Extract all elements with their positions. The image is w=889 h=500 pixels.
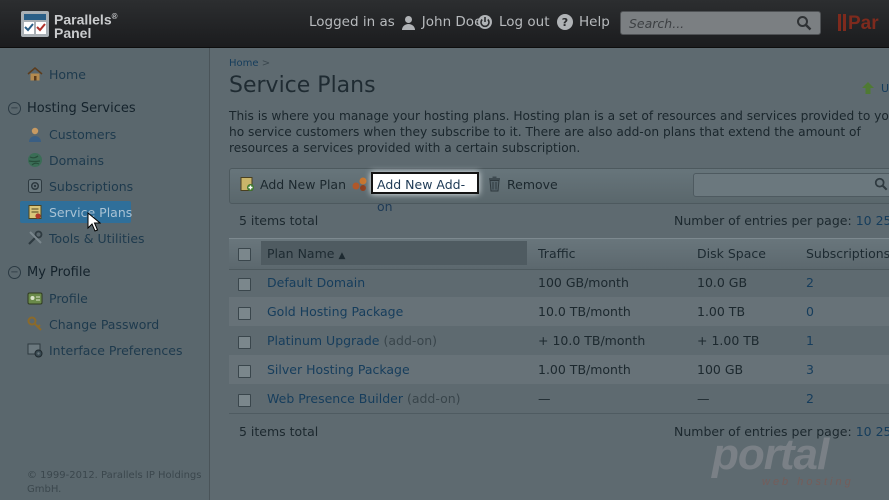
sidebar-item-interface-preferences[interactable]: Interface Preferences	[27, 342, 182, 358]
items-total-bottom: 5 items total	[239, 424, 319, 439]
row-checkbox[interactable]	[238, 365, 251, 378]
plan-name-cell: Web Presence Builder (add-on)	[267, 391, 461, 406]
per-page-25[interactable]: 25	[876, 424, 889, 439]
table-bottom-divider	[229, 413, 889, 414]
preferences-icon	[27, 343, 43, 358]
page-description: This is where you manage your hosting pl…	[229, 109, 889, 155]
page-title: Service Plans	[229, 73, 376, 98]
collapse-icon[interactable]: −	[8, 102, 21, 115]
sidebar-item-profile[interactable]: Profile	[27, 290, 88, 306]
disk-value: 1.00 TB	[697, 304, 746, 319]
subscriptions-count-link[interactable]: 2	[806, 391, 814, 406]
customer-icon	[29, 127, 41, 142]
per-page-10[interactable]: 10	[856, 424, 872, 439]
disk-value: 10.0 GB	[697, 275, 748, 290]
per-page-25[interactable]: 25	[876, 213, 889, 228]
items-total-top: 5 items total	[239, 213, 319, 228]
row-checkbox[interactable]	[238, 336, 251, 349]
sidebar-item-subscriptions[interactable]: Subscriptions	[27, 178, 133, 194]
trash-icon	[489, 176, 500, 192]
sidebar-section-hosting-services[interactable]: − Hosting Services	[8, 101, 136, 116]
help-icon: ?	[557, 14, 573, 30]
sidebar-item-tools-utilities[interactable]: Tools & Utilities	[27, 230, 145, 246]
sort-ascending-icon: ▲	[338, 251, 346, 261]
search-icon[interactable]	[874, 177, 888, 191]
subscriptions-count-link[interactable]: 1	[806, 333, 814, 348]
row-checkbox[interactable]	[238, 394, 251, 407]
plan-name-link[interactable]: Platinum Upgrade	[267, 333, 379, 348]
breadcrumb-home-link[interactable]: Home	[229, 58, 259, 69]
globe-icon	[28, 153, 42, 167]
add-plan-icon	[240, 177, 254, 191]
disk-value: 100 GB	[697, 362, 744, 377]
logged-in-info: Logged in as John Doe	[309, 14, 483, 30]
remove-button[interactable]: Remove	[487, 176, 558, 192]
breadcrumb: Home >	[229, 58, 271, 69]
plan-name-cell: Platinum Upgrade (add-on)	[267, 333, 437, 348]
tools-icon	[28, 230, 43, 245]
addon-tag: (add-on)	[383, 333, 438, 348]
logout-button[interactable]: Log out	[477, 14, 550, 30]
column-plan-name[interactable]: Plan Name ▲	[267, 246, 345, 261]
traffic-value: 100 GB/month	[538, 275, 629, 290]
select-all-checkbox[interactable]	[238, 248, 251, 261]
per-page-10[interactable]: 10	[856, 213, 872, 228]
list-search-input[interactable]	[693, 173, 889, 197]
brand-logo-partial: Par	[838, 13, 879, 35]
watermark-logo: portal	[712, 430, 829, 479]
help-button[interactable]: ? Help	[557, 14, 610, 30]
product-logo-text: Parallels® Panel	[54, 11, 118, 41]
subscriptions-count-link[interactable]: 2	[806, 275, 814, 290]
watermark-subtitle: web hosting	[762, 476, 854, 488]
column-disk-space[interactable]: Disk Space	[697, 246, 766, 261]
user-name-link[interactable]: John Doe	[422, 14, 483, 30]
profile-card-icon	[27, 292, 43, 305]
addon-tag: (add-on)	[406, 391, 461, 406]
disk-value: + 1.00 TB	[697, 333, 760, 348]
global-search[interactable]	[620, 11, 821, 35]
add-new-addon-button[interactable]: Add New Add-on	[371, 172, 479, 214]
traffic-value: —	[538, 391, 551, 406]
sidebar-item-home[interactable]: Home	[27, 66, 86, 82]
search-input[interactable]	[627, 15, 791, 32]
top-bar: Parallels® Panel Logged in as John Doe L…	[0, 0, 889, 48]
upgrade-link[interactable]: U	[861, 81, 889, 95]
sidebar-item-customers[interactable]: Customers	[27, 126, 116, 142]
traffic-value: + 10.0 TB/month	[538, 333, 646, 348]
collapse-icon[interactable]: −	[8, 266, 21, 279]
parallels-logo-icon	[21, 11, 49, 37]
home-icon	[27, 67, 43, 81]
sidebar-item-change-password[interactable]: Change Password	[27, 316, 159, 332]
subscriptions-count-link[interactable]: 0	[806, 304, 814, 319]
mouse-pointer-icon	[87, 212, 101, 232]
plan-name-link[interactable]: Web Presence Builder	[267, 391, 403, 406]
entries-per-page-top: Number of entries per page:10251	[674, 213, 889, 228]
service-plans-icon	[28, 205, 42, 219]
add-addon-icon-wrap[interactable]	[351, 176, 369, 192]
power-icon	[478, 15, 492, 29]
user-icon	[401, 15, 415, 30]
traffic-value: 10.0 TB/month	[538, 304, 631, 319]
row-checkbox[interactable]	[238, 278, 251, 291]
plan-name-link[interactable]: Silver Hosting Package	[267, 362, 410, 377]
key-icon	[27, 316, 42, 331]
plan-name-link[interactable]: Default Domain	[267, 275, 365, 290]
sidebar-item-domains[interactable]: Domains	[27, 152, 104, 168]
sidebar-item-service-plans[interactable]: Service Plans	[27, 204, 132, 220]
traffic-value: 1.00 TB/month	[538, 362, 631, 377]
subscriptions-icon	[28, 179, 42, 193]
copyright-notice: © 1999-2012. Parallels IP Holdings GmbH.	[27, 470, 202, 495]
upgrade-arrow-icon	[862, 82, 874, 94]
disk-value: —	[697, 391, 710, 406]
column-subscriptions[interactable]: Subscriptions	[806, 246, 889, 261]
add-new-plan-button[interactable]: Add New Plan	[239, 176, 346, 192]
add-addon-icon	[352, 177, 367, 191]
row-checkbox[interactable]	[238, 307, 251, 320]
search-icon[interactable]	[796, 15, 812, 31]
column-traffic[interactable]: Traffic	[538, 246, 576, 261]
sidebar-section-my-profile[interactable]: − My Profile	[8, 265, 90, 280]
subscriptions-count-link[interactable]: 3	[806, 362, 814, 377]
plan-name-link[interactable]: Gold Hosting Package	[267, 304, 403, 319]
